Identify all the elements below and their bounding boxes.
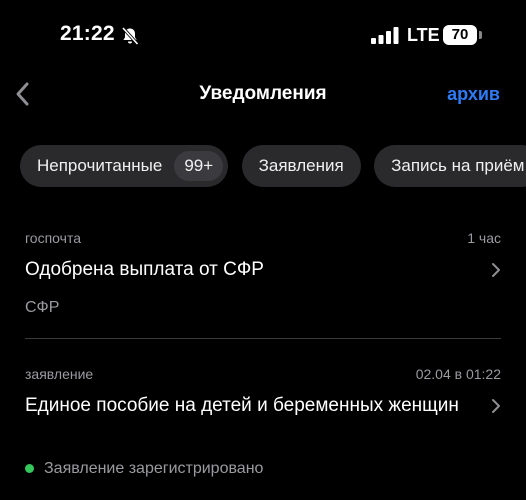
chevron-right-icon	[492, 263, 500, 277]
application-status: Заявление зарегистрировано	[44, 460, 264, 477]
unread-count-badge: 99+	[174, 151, 224, 181]
mute-bell-icon	[121, 26, 139, 46]
chip-appointments[interactable]: Запись на приём	[374, 145, 526, 187]
notification-time: 02.04 в 01:22	[415, 366, 501, 382]
status-bar: 21:22 LTE 70	[0, 0, 526, 70]
notification-time: 1 час	[467, 230, 501, 246]
chevron-right-icon	[492, 399, 500, 413]
chip-label: Заявления	[258, 156, 344, 175]
notification-title: Единое пособие на детей и беременных жен…	[25, 395, 459, 416]
chip-unread[interactable]: Непрочитанные 99+	[20, 145, 229, 187]
notification-category: госпочта	[25, 230, 81, 246]
notification-item[interactable]: заявление 02.04 в 01:22 Единое пособие н…	[25, 366, 501, 486]
signal-icon	[371, 27, 399, 44]
notification-title: Одобрена выплата от СФР	[25, 259, 264, 280]
status-time: 21:22	[60, 22, 115, 45]
notification-category: заявление	[25, 366, 94, 382]
filter-chips: Непрочитанные 99+ Заявления Запись на пр…	[20, 145, 526, 187]
status-dot-icon	[25, 464, 34, 473]
notification-item[interactable]: госпочта 1 час Одобрена выплата от СФР С…	[25, 230, 501, 325]
notification-sender: СФР	[25, 299, 60, 316]
chip-applications[interactable]: Заявления	[241, 145, 361, 187]
battery-icon: 70	[443, 25, 477, 45]
battery-nub	[479, 31, 482, 39]
divider	[25, 338, 501, 339]
network-type: LTE	[407, 25, 440, 45]
chip-label: Непрочитанные	[37, 156, 163, 175]
nav-bar: Уведомления архив	[0, 70, 526, 120]
archive-link[interactable]: архив	[447, 84, 500, 105]
chip-label: Запись на приём	[391, 156, 525, 175]
